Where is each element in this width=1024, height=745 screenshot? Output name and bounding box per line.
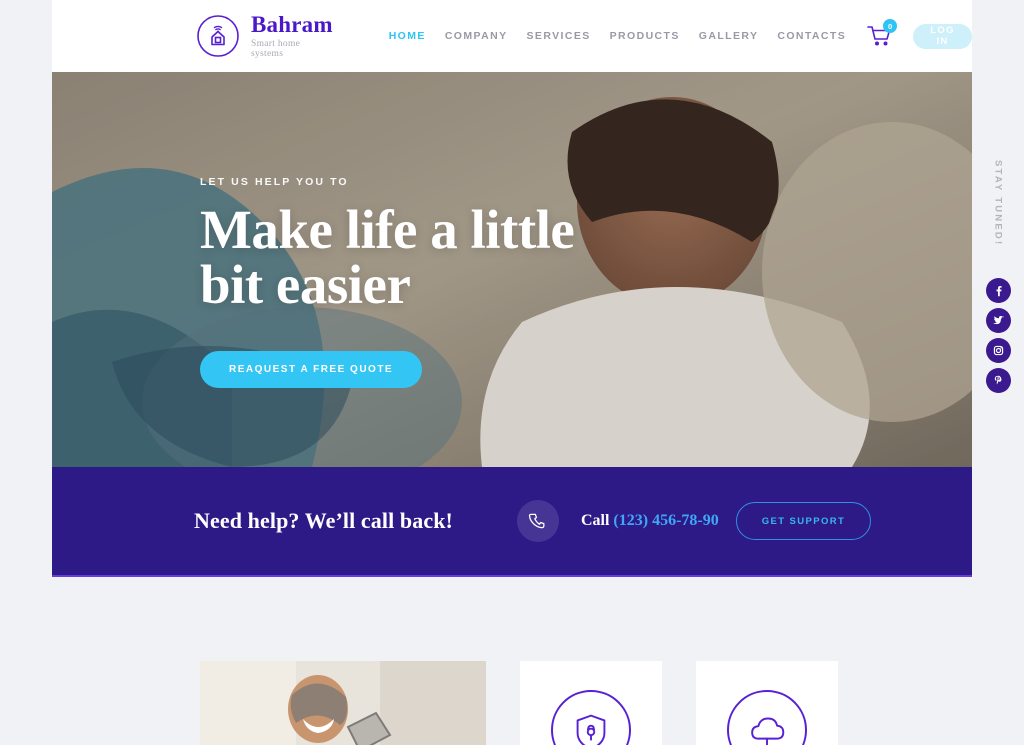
- hero-content: LET US HELP YOU TO Make life a little bi…: [52, 72, 972, 388]
- facebook-icon[interactable]: [985, 278, 1011, 304]
- nav-item-company[interactable]: COMPANY: [445, 30, 508, 42]
- call-prefix: Call: [580, 512, 614, 529]
- man-on-sofa-photo: [200, 661, 486, 745]
- get-support-button[interactable]: GET SUPPORT: [735, 502, 872, 540]
- nav-item-products[interactable]: PRODUCTS: [610, 30, 680, 42]
- brand-name: Bahram: [251, 12, 333, 38]
- feature-card-security[interactable]: [520, 661, 662, 745]
- feature-card-cloud[interactable]: [696, 661, 838, 745]
- smart-home-wifi-icon: [196, 14, 240, 58]
- phone-icon: [516, 500, 559, 542]
- shield-lock-icon: [551, 690, 631, 745]
- phone-number[interactable]: (123) 456-78-90: [613, 512, 718, 529]
- request-quote-button[interactable]: REAQUEST A FREE QUOTE: [200, 351, 423, 388]
- hero-title-line-2: bit easier: [200, 254, 411, 315]
- hero-title: Make life a little bit easier: [200, 202, 972, 312]
- shopping-cart-icon[interactable]: 0: [867, 19, 898, 48]
- cart-count-badge: 0: [883, 19, 898, 33]
- brand-text-block: Bahram Smart home systems: [251, 12, 333, 59]
- hero-eyebrow: LET US HELP YOU TO: [200, 176, 349, 188]
- site-header: Bahram Smart home systems HOME COMPANY S…: [52, 0, 972, 72]
- login-button[interactable]: LOG IN: [913, 23, 972, 49]
- callback-title: Need help? We’ll call back!: [194, 508, 453, 533]
- nav-item-contacts[interactable]: CONTACTS: [777, 30, 846, 42]
- stay-tuned-label: STAY TUNED!: [992, 160, 1004, 247]
- twitter-icon[interactable]: [985, 308, 1011, 334]
- nav-item-services[interactable]: SERVICES: [527, 30, 591, 42]
- nav-item-gallery[interactable]: GALLERY: [699, 30, 759, 42]
- instagram-icon[interactable]: [985, 338, 1011, 364]
- page-content: Bahram Smart home systems HOME COMPANY S…: [52, 0, 972, 745]
- features-row: [52, 577, 972, 745]
- cloud-icon: [727, 690, 807, 745]
- brand-logo[interactable]: Bahram Smart home systems: [196, 12, 333, 59]
- callback-actions: Call (123) 456-78-90 GET SUPPORT: [516, 500, 872, 542]
- feature-photo-card[interactable]: [200, 661, 486, 745]
- callback-phone-label: Call (123) 456-78-90: [581, 512, 719, 530]
- hero-section: LET US HELP YOU TO Make life a little bi…: [52, 72, 972, 467]
- pinterest-icon[interactable]: [985, 368, 1011, 394]
- social-rail: STAY TUNED!: [972, 160, 1024, 398]
- main-navigation: HOME COMPANY SERVICES PRODUCTS GALLERY C…: [389, 19, 972, 49]
- nav-item-home[interactable]: HOME: [389, 30, 426, 42]
- brand-tagline: Smart home systems: [251, 38, 301, 59]
- callback-banner: Need help? We’ll call back! Call (123) 4…: [52, 467, 972, 577]
- hero-title-line-1: Make life a little: [200, 199, 575, 260]
